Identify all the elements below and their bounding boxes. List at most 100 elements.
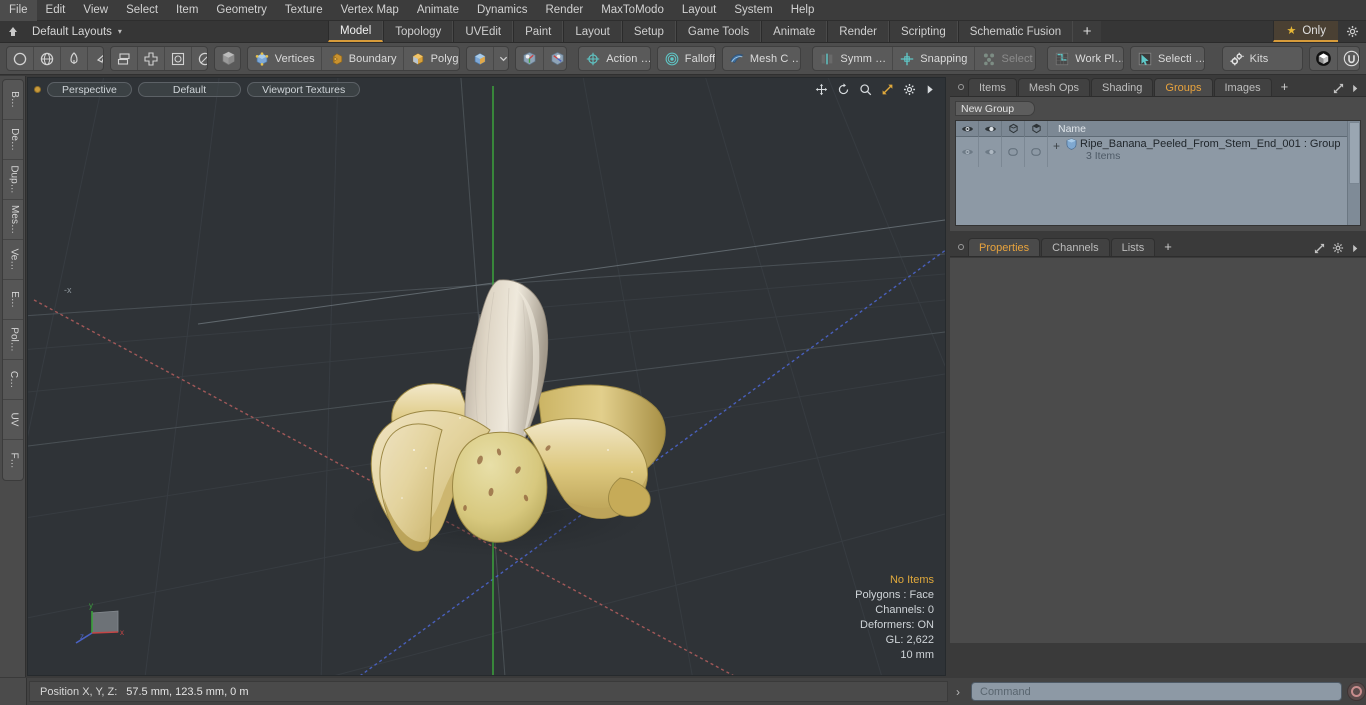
chevron-right-icon[interactable] <box>925 84 935 95</box>
add-properties-tab-button[interactable]: + <box>1156 238 1180 256</box>
viewport-view-selector[interactable]: Perspective <box>47 81 132 97</box>
action-center-button[interactable]: Action … <box>579 47 650 70</box>
tab-render[interactable]: Render <box>827 21 889 42</box>
menu-item-file[interactable]: File <box>0 0 37 21</box>
add-tab-button[interactable]: + <box>1073 21 1102 42</box>
zoom-icon[interactable] <box>859 83 872 96</box>
left-tab-polygon[interactable]: Pol… <box>3 320 23 360</box>
cube-blue-icon[interactable] <box>467 47 495 70</box>
menu-item-help[interactable]: Help <box>782 0 824 21</box>
menu-item-edit[interactable]: Edit <box>37 0 75 21</box>
gear-icon[interactable] <box>1332 242 1344 254</box>
falloff-button[interactable]: Falloff <box>658 47 715 70</box>
mirror-icon[interactable] <box>138 47 166 70</box>
groups-tree[interactable]: Name + Ripe_Banana_Peeled_From_Stem_End_… <box>955 120 1361 226</box>
record-icon[interactable] <box>1347 682 1366 701</box>
home-icon[interactable] <box>0 21 26 42</box>
tab-animate[interactable]: Animate <box>761 21 828 42</box>
polygons-button[interactable]: Polygons <box>404 47 459 70</box>
lathe-icon[interactable] <box>192 47 208 70</box>
menu-item-animate[interactable]: Animate <box>408 0 468 21</box>
tab-layout[interactable]: Layout <box>563 21 622 42</box>
lock-icon[interactable] <box>1002 120 1025 137</box>
menu-item-texture[interactable]: Texture <box>276 0 332 21</box>
tab-shading[interactable]: Shading <box>1091 78 1154 96</box>
work-plane-button[interactable]: Work Pl… <box>1048 47 1123 70</box>
eye-icon[interactable] <box>956 120 979 137</box>
menu-item-geometry[interactable]: Geometry <box>207 0 276 21</box>
left-tab-vertex[interactable]: Ve… <box>3 240 23 280</box>
tab-setup[interactable]: Setup <box>621 21 676 42</box>
symmetry-button[interactable]: Symm … <box>813 47 894 70</box>
tab-items[interactable]: Items <box>968 78 1017 96</box>
render-icon[interactable] <box>979 120 1002 137</box>
tab-images[interactable]: Images <box>1213 78 1272 96</box>
cube-gray-icon[interactable] <box>215 47 239 70</box>
shadow-icon[interactable] <box>1025 120 1048 137</box>
properties-menu-dot[interactable] <box>954 238 968 256</box>
expand-icon[interactable] <box>1314 243 1325 254</box>
panel-menu-dot[interactable] <box>954 78 968 96</box>
vertices-button[interactable]: Vertices <box>248 47 322 70</box>
left-tab-duplicate[interactable]: Dup… <box>3 160 23 200</box>
kits-button[interactable]: Kits <box>1223 47 1302 70</box>
bevel-icon[interactable] <box>165 47 193 70</box>
maximize-icon[interactable] <box>881 83 894 96</box>
left-tab-fusion[interactable]: F… <box>3 440 23 480</box>
menu-item-system[interactable]: System <box>725 0 781 21</box>
tab-channels[interactable]: Channels <box>1041 238 1110 256</box>
viewport-shading-selector[interactable]: Default <box>137 81 242 97</box>
row-shadow-toggle[interactable] <box>1025 137 1048 167</box>
menu-item-view[interactable]: View <box>74 0 117 21</box>
left-tab-edge[interactable]: E… <box>3 280 23 320</box>
menu-item-render[interactable]: Render <box>536 0 592 21</box>
selection-set-button[interactable]: Selecti … <box>1131 47 1204 70</box>
gear-icon[interactable] <box>1338 21 1366 42</box>
tree-scrollbar[interactable] <box>1347 121 1360 225</box>
chevron-right-icon[interactable] <box>1351 84 1359 93</box>
left-tab-uv[interactable]: UV <box>3 400 23 440</box>
tab-paint[interactable]: Paint <box>513 21 564 42</box>
tab-uvedit[interactable]: UVEdit <box>453 21 514 42</box>
add-panel-tab-button[interactable]: + <box>1273 78 1297 96</box>
tab-properties[interactable]: Properties <box>968 238 1041 256</box>
menu-item-select[interactable]: Select <box>117 0 167 21</box>
row-render-toggle[interactable] <box>979 137 1002 167</box>
boundary-button[interactable]: Boundary <box>322 47 404 70</box>
menu-item-vertex-map[interactable]: Vertex Map <box>332 0 408 21</box>
properties-panel-body[interactable] <box>950 257 1366 643</box>
move-icon[interactable] <box>815 83 828 96</box>
pen-icon[interactable] <box>61 47 88 70</box>
new-group-button[interactable]: New Group <box>955 101 1035 116</box>
only-toggle-button[interactable]: ★ Only <box>1273 21 1338 42</box>
chevron-down-icon[interactable] <box>494 47 508 70</box>
viewport-textures-selector[interactable]: Viewport Textures <box>247 81 361 97</box>
row-eye-toggle[interactable] <box>956 137 979 167</box>
layouts-dropdown[interactable]: Default Layouts ▾ <box>26 21 132 42</box>
stack-icon[interactable] <box>111 47 139 70</box>
expand-toggle[interactable]: + <box>1053 140 1060 152</box>
tab-game-tools[interactable]: Game Tools <box>675 21 762 42</box>
rotate-icon[interactable] <box>837 82 850 96</box>
viewport-active-dot[interactable] <box>34 85 41 93</box>
tab-mesh-ops[interactable]: Mesh Ops <box>1017 78 1091 96</box>
viewport-canvas[interactable]: -x <box>28 78 945 675</box>
gear-icon[interactable] <box>903 83 916 96</box>
tab-schematic-fusion[interactable]: Schematic Fusion <box>957 21 1074 42</box>
tab-model[interactable]: Model <box>327 21 384 42</box>
left-tab-deform[interactable]: De… <box>3 120 23 160</box>
chevron-right-icon[interactable] <box>1351 244 1359 253</box>
tab-topology[interactable]: Topology <box>383 21 454 42</box>
axis-sphere-alt-icon[interactable] <box>544 47 565 70</box>
menu-item-item[interactable]: Item <box>167 0 207 21</box>
modo-ball-icon[interactable] <box>1310 47 1338 70</box>
tab-groups[interactable]: Groups <box>1154 78 1213 96</box>
left-tab-mesh[interactable]: Mes… <box>3 200 23 240</box>
circle-icon[interactable] <box>7 47 34 70</box>
tab-lists[interactable]: Lists <box>1110 238 1156 256</box>
table-row[interactable]: + Ripe_Banana_Peeled_From_Stem_End_001 :… <box>956 137 1347 167</box>
axis-sphere-icon[interactable] <box>516 47 545 70</box>
menu-item-layout[interactable]: Layout <box>673 0 726 21</box>
row-lock-toggle[interactable] <box>1002 137 1025 167</box>
mesh-constraint-button[interactable]: Mesh C … <box>723 47 800 70</box>
